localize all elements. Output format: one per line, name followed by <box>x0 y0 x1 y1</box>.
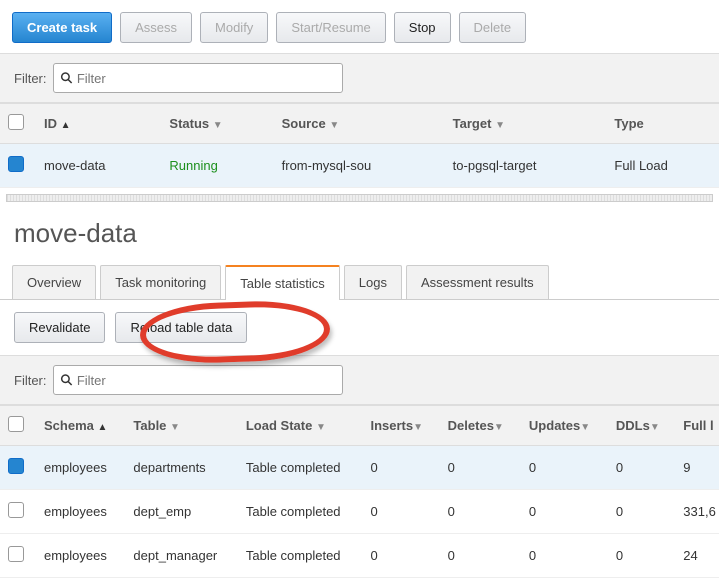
filter-label: Filter: <box>14 71 47 86</box>
col-target[interactable]: Target <box>453 116 492 131</box>
cell-updates: 0 <box>521 534 608 578</box>
filter-label: Filter: <box>14 373 47 388</box>
tab-overview[interactable]: Overview <box>12 265 96 299</box>
detail-title: move-data <box>0 208 719 259</box>
row-checkbox[interactable] <box>8 502 24 518</box>
cell-target: to-pgsql-target <box>445 144 607 188</box>
col-status[interactable]: Status <box>169 116 209 131</box>
task-filter-input[interactable] <box>73 67 336 90</box>
row-checkbox[interactable] <box>8 458 24 474</box>
cell-status: Running <box>161 144 273 188</box>
col-deletes[interactable]: Deletes <box>448 418 494 433</box>
sort-icon: ▼ <box>213 120 223 131</box>
cell-inserts: 0 <box>362 490 439 534</box>
create-task-button[interactable]: Create task <box>12 12 112 43</box>
cell-table: dept_manager <box>125 534 237 578</box>
cell-deletes: 0 <box>440 490 521 534</box>
task-filter-bar: Filter: <box>0 53 719 103</box>
stats-table: Schema ▲ Table ▼ Load State ▼ Inserts▼ D… <box>0 405 719 578</box>
cell-ddls: 0 <box>608 490 675 534</box>
col-full[interactable]: Full l <box>683 418 713 433</box>
cell-updates: 0 <box>521 446 608 490</box>
sort-icon: ▼ <box>316 422 326 433</box>
cell-source: from-mysql-sou <box>274 144 445 188</box>
cell-state: Table completed <box>238 534 363 578</box>
search-icon <box>60 373 73 387</box>
cell-schema: employees <box>36 446 125 490</box>
sort-icon: ▼ <box>650 422 660 433</box>
stop-button[interactable]: Stop <box>394 12 451 43</box>
tab-logs[interactable]: Logs <box>344 265 402 299</box>
cell-inserts: 0 <box>362 446 439 490</box>
sort-asc-icon: ▲ <box>61 120 71 131</box>
col-id[interactable]: ID <box>44 116 57 131</box>
col-ddls[interactable]: DDLs <box>616 418 650 433</box>
table-row[interactable]: employees departments Table completed 0 … <box>0 446 719 490</box>
col-schema[interactable]: Schema <box>44 418 94 433</box>
modify-button[interactable]: Modify <box>200 12 268 43</box>
assess-button[interactable]: Assess <box>120 12 192 43</box>
cell-full: 331,6 <box>675 490 719 534</box>
detail-tabs: Overview Task monitoring Table statistic… <box>0 265 719 300</box>
tab-monitoring[interactable]: Task monitoring <box>100 265 221 299</box>
col-type[interactable]: Type <box>614 116 643 131</box>
cell-updates: 0 <box>521 490 608 534</box>
sort-asc-icon: ▲ <box>98 422 108 433</box>
cell-state: Table completed <box>238 490 363 534</box>
sort-icon: ▼ <box>495 120 505 131</box>
cell-table: departments <box>125 446 237 490</box>
table-row[interactable]: employees dept_manager Table completed 0… <box>0 534 719 578</box>
splitter-handle[interactable] <box>6 194 713 202</box>
cell-inserts: 0 <box>362 534 439 578</box>
row-checkbox[interactable] <box>8 546 24 562</box>
cell-type: Full Load <box>606 144 719 188</box>
reload-table-data-button[interactable]: Reload table data <box>115 312 247 343</box>
stats-toolbar: Revalidate Reload table data <box>0 300 719 355</box>
col-inserts[interactable]: Inserts <box>370 418 413 433</box>
sort-icon: ▼ <box>170 422 180 433</box>
task-toolbar: Create task Assess Modify Start/Resume S… <box>0 0 719 53</box>
stats-filter-input[interactable] <box>73 369 336 392</box>
search-icon <box>60 71 73 85</box>
stats-filter-bar: Filter: <box>0 355 719 405</box>
col-source[interactable]: Source <box>282 116 326 131</box>
col-updates[interactable]: Updates <box>529 418 580 433</box>
table-row[interactable]: employees dept_emp Table completed 0 0 0… <box>0 490 719 534</box>
cell-deletes: 0 <box>440 446 521 490</box>
cell-table: dept_emp <box>125 490 237 534</box>
sort-icon: ▼ <box>494 422 504 433</box>
delete-button[interactable]: Delete <box>459 12 527 43</box>
select-all-checkbox[interactable] <box>8 416 24 432</box>
row-checkbox[interactable] <box>8 156 24 172</box>
cell-full: 24 <box>675 534 719 578</box>
cell-full: 9 <box>675 446 719 490</box>
filter-input-wrap[interactable] <box>53 365 343 395</box>
cell-schema: employees <box>36 490 125 534</box>
select-all-checkbox[interactable] <box>8 114 24 130</box>
revalidate-button[interactable]: Revalidate <box>14 312 105 343</box>
cell-schema: employees <box>36 534 125 578</box>
cell-id: move-data <box>36 144 161 188</box>
col-table[interactable]: Table <box>133 418 166 433</box>
col-state[interactable]: Load State <box>246 418 312 433</box>
sort-icon: ▼ <box>580 422 590 433</box>
tab-assessment[interactable]: Assessment results <box>406 265 549 299</box>
cell-ddls: 0 <box>608 446 675 490</box>
sort-icon: ▼ <box>413 422 423 433</box>
filter-input-wrap[interactable] <box>53 63 343 93</box>
cell-state: Table completed <box>238 446 363 490</box>
start-resume-button[interactable]: Start/Resume <box>276 12 385 43</box>
task-row[interactable]: move-data Running from-mysql-sou to-pgsq… <box>0 144 719 188</box>
sort-icon: ▼ <box>329 120 339 131</box>
cell-ddls: 0 <box>608 534 675 578</box>
tab-table-statistics[interactable]: Table statistics <box>225 265 340 300</box>
task-table: ID ▲ Status ▼ Source ▼ Target ▼ Type mov… <box>0 103 719 188</box>
cell-deletes: 0 <box>440 534 521 578</box>
